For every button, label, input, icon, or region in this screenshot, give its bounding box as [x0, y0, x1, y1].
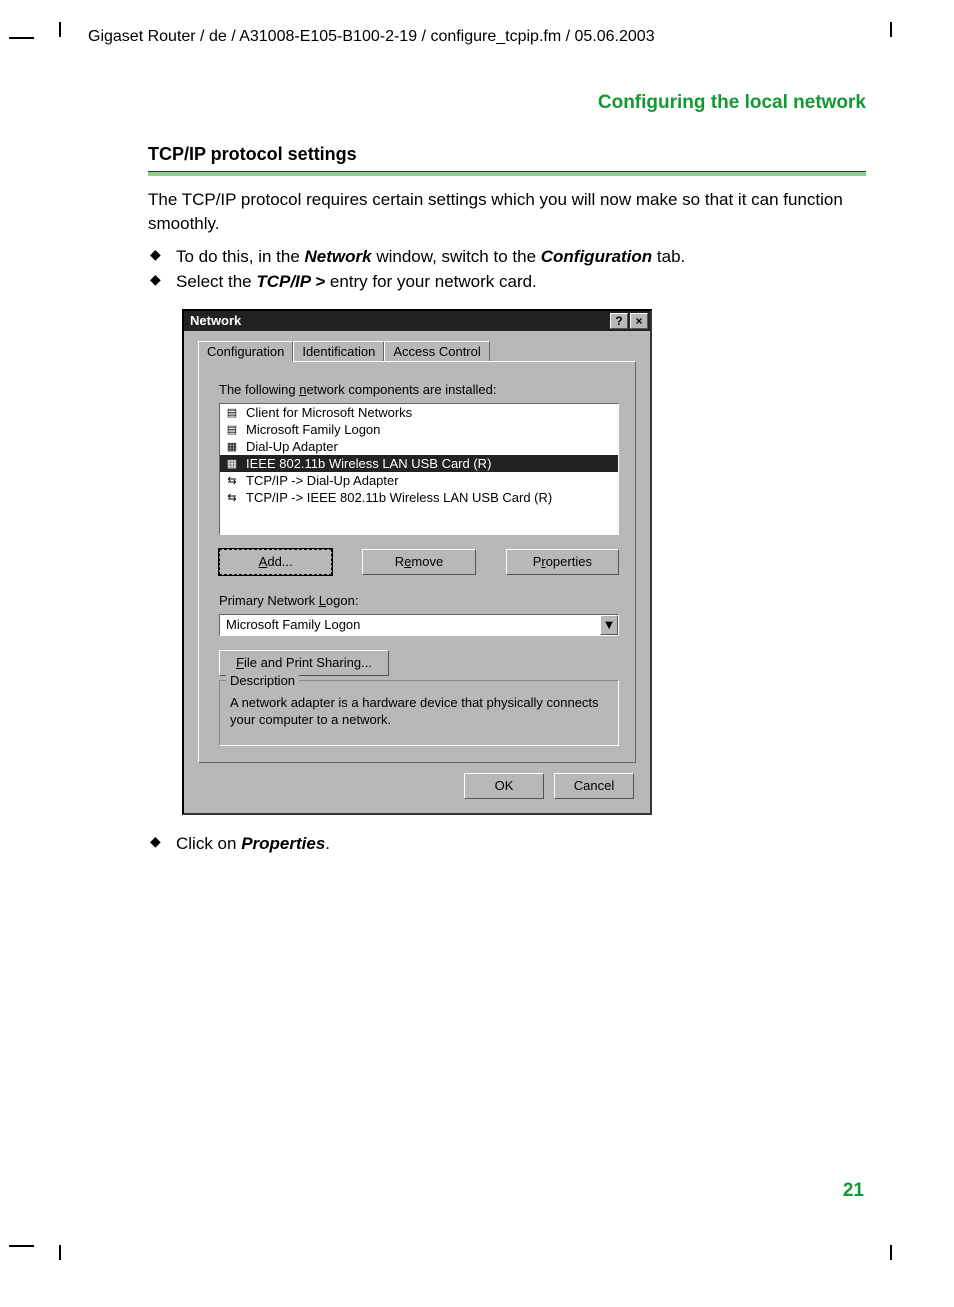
page-number: 21	[843, 1180, 864, 1202]
client-icon: ▤	[224, 422, 240, 436]
primary-logon-label: Primary Network Logon:	[219, 593, 619, 608]
bullet-list-post: Click on Properties.	[148, 831, 866, 857]
list-item[interactable]: ▤Microsoft Family Logon	[220, 421, 618, 438]
description-legend: Description	[226, 673, 299, 688]
close-button[interactable]: ×	[630, 313, 648, 329]
client-icon: ▤	[224, 405, 240, 419]
tab-panel-configuration: The following network components are ins…	[198, 361, 636, 763]
dialog-titlebar: Network ? ×	[184, 311, 650, 331]
cancel-button[interactable]: Cancel	[554, 773, 634, 799]
network-dialog: Network ? × Configuration Identification…	[182, 309, 652, 815]
list-item[interactable]: ▦Dial-Up Adapter	[220, 438, 618, 455]
subsection-title: TCP/IP protocol settings	[148, 144, 866, 165]
dialog-title: Network	[190, 313, 241, 328]
adapter-icon: ▦	[224, 439, 240, 453]
section-rule	[148, 171, 866, 176]
chevron-down-icon[interactable]: ▼	[600, 615, 618, 635]
components-listbox[interactable]: ▤Client for Microsoft Networks ▤Microsof…	[219, 403, 619, 535]
bullet-item: To do this, in the Network window, switc…	[148, 244, 866, 270]
list-item[interactable]: ▤Client for Microsoft Networks	[220, 404, 618, 421]
list-item[interactable]: ⇆TCP/IP -> Dial-Up Adapter	[220, 472, 618, 489]
dialog-tabs: Configuration Identification Access Cont…	[198, 341, 636, 361]
ok-button[interactable]: OK	[464, 773, 544, 799]
protocol-icon: ⇆	[224, 473, 240, 487]
tab-access-control[interactable]: Access Control	[384, 341, 489, 361]
bullet-item: Select the TCP/IP > entry for your netwo…	[148, 269, 866, 295]
bullet-list-pre: To do this, in the Network window, switc…	[148, 244, 866, 295]
add-button[interactable]: Add...	[219, 549, 332, 575]
bullet-item: Click on Properties.	[148, 831, 866, 857]
header-path: Gigaset Router / de / A31008-E105-B100-2…	[88, 28, 866, 46]
help-button[interactable]: ?	[610, 313, 628, 329]
section-header: Configuring the local network	[88, 92, 866, 114]
list-item-selected[interactable]: ▦IEEE 802.11b Wireless LAN USB Card (R)	[220, 455, 618, 472]
properties-button[interactable]: Properties	[506, 549, 619, 575]
description-fieldset: Description A network adapter is a hardw…	[219, 680, 619, 746]
primary-logon-value: Microsoft Family Logon	[220, 617, 600, 632]
components-label: The following network components are ins…	[219, 382, 619, 397]
intro-text: The TCP/IP protocol requires certain set…	[148, 188, 866, 236]
description-text: A network adapter is a hardware device t…	[230, 694, 608, 729]
protocol-icon: ⇆	[224, 490, 240, 504]
tab-identification[interactable]: Identification	[293, 341, 384, 361]
remove-button[interactable]: Remove	[362, 549, 475, 575]
primary-logon-combo[interactable]: Microsoft Family Logon ▼	[219, 614, 619, 636]
adapter-icon: ▦	[224, 456, 240, 470]
list-item[interactable]: ⇆TCP/IP -> IEEE 802.11b Wireless LAN USB…	[220, 489, 618, 506]
tab-configuration[interactable]: Configuration	[198, 341, 293, 362]
